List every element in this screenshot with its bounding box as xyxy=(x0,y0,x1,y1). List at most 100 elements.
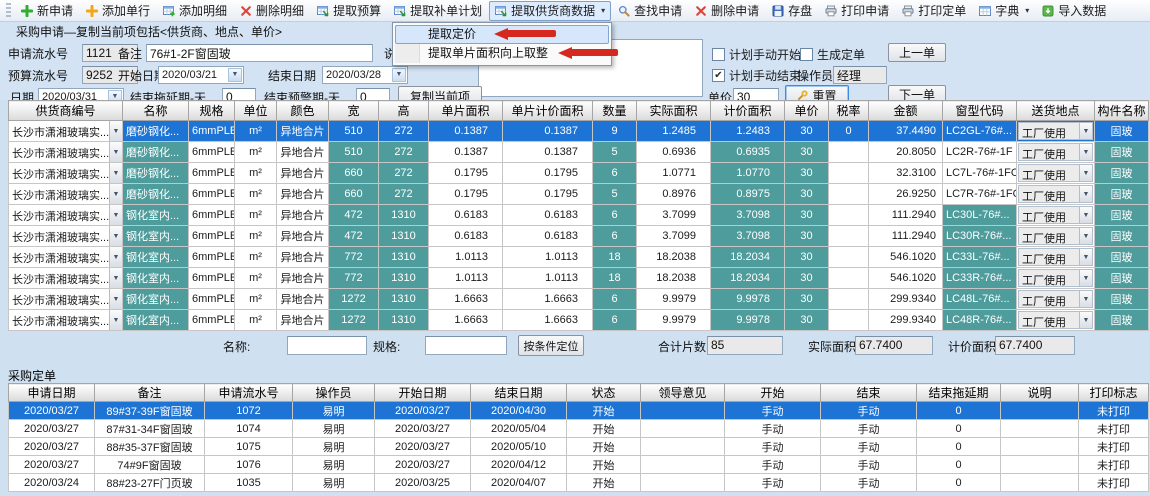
chevron-down-icon[interactable]: ▼ xyxy=(1079,165,1092,181)
cell[interactable]: 6mmPLE... xyxy=(189,205,235,226)
cell[interactable]: 手动 xyxy=(725,456,821,474)
cell[interactable]: 660 xyxy=(329,184,379,205)
chevron-down-icon[interactable]: ▼ xyxy=(109,247,122,267)
cell[interactable] xyxy=(829,268,869,289)
cell[interactable]: 1.0113 xyxy=(503,247,593,268)
cell[interactable]: 2020/03/27 xyxy=(375,420,471,438)
chevron-down-icon[interactable]: ▼ xyxy=(109,184,122,204)
cell[interactable]: 6 xyxy=(593,310,637,331)
cell[interactable]: 6mmPLE... xyxy=(189,226,235,247)
cell[interactable]: m² xyxy=(235,121,277,142)
cell[interactable] xyxy=(1001,402,1079,420)
cell[interactable] xyxy=(641,420,725,438)
cell[interactable]: 18 xyxy=(593,247,637,268)
cell[interactable] xyxy=(829,226,869,247)
chevron-down-icon[interactable]: ▼ xyxy=(1079,249,1092,265)
cell[interactable]: 272 xyxy=(379,121,429,142)
cell[interactable]: 6mmPLE... xyxy=(189,142,235,163)
cell[interactable]: 手动 xyxy=(821,456,917,474)
cell[interactable]: m² xyxy=(235,247,277,268)
cell[interactable]: 30 xyxy=(785,121,829,142)
chevron-down-icon[interactable]: ▼ xyxy=(1079,207,1092,223)
cell[interactable]: 固玻 xyxy=(1095,247,1149,268)
cell[interactable]: 88#35-37F窗固玻 xyxy=(95,438,205,456)
cell[interactable]: 1035 xyxy=(205,474,293,492)
cell[interactable]: 工厂使用▼ xyxy=(1017,247,1095,268)
cell[interactable]: 5 xyxy=(593,142,637,163)
cell[interactable] xyxy=(1001,456,1079,474)
cell[interactable]: 2020/03/27 xyxy=(375,438,471,456)
table-row[interactable]: 长沙市潇湘玻璃实...▼磨砂钢化...6mmPLE...m²异地合片660272… xyxy=(9,163,1149,184)
cell[interactable]: 长沙市潇湘玻璃实...▼ xyxy=(9,184,123,205)
cell[interactable]: 0.8976 xyxy=(637,184,711,205)
cell[interactable]: 工厂使用▼ xyxy=(1017,121,1095,142)
cell[interactable]: 固玻 xyxy=(1095,205,1149,226)
cell[interactable]: 1075 xyxy=(205,438,293,456)
table-row[interactable]: 2020/03/2488#23-27F门页玻1035易明2020/03/2520… xyxy=(9,474,1149,492)
cell[interactable]: 磨砂钢化... xyxy=(123,121,189,142)
cell[interactable]: 固玻 xyxy=(1095,268,1149,289)
cell[interactable]: 工厂使用▼ xyxy=(1017,289,1095,310)
cell[interactable]: 固玻 xyxy=(1095,121,1149,142)
cell[interactable]: m² xyxy=(235,163,277,184)
cell[interactable]: 钢化室内... xyxy=(123,205,189,226)
cell[interactable]: 开始 xyxy=(567,438,641,456)
cell[interactable]: 2020/03/24 xyxy=(9,474,95,492)
cell[interactable]: 手动 xyxy=(821,402,917,420)
cell[interactable]: 0 xyxy=(829,121,869,142)
cell[interactable]: 长沙市潇湘玻璃实...▼ xyxy=(9,205,123,226)
cell[interactable]: LC33L-76#... xyxy=(943,247,1017,268)
cell[interactable]: m² xyxy=(235,205,277,226)
table-row[interactable]: 2020/03/2787#31-34F窗固玻1074易明2020/03/2720… xyxy=(9,420,1149,438)
name-filter-input[interactable] xyxy=(287,336,367,355)
cell[interactable]: m² xyxy=(235,289,277,310)
cell[interactable]: 18.2034 xyxy=(711,247,785,268)
cell[interactable]: 0.1795 xyxy=(503,163,593,184)
table-row[interactable]: 2020/03/2788#35-37F窗固玻1075易明2020/03/2720… xyxy=(9,438,1149,456)
chevron-down-icon[interactable]: ▼ xyxy=(109,310,122,330)
cell[interactable]: 6mmPLE... xyxy=(189,268,235,289)
cell[interactable]: 1310 xyxy=(379,226,429,247)
spec-filter-input[interactable] xyxy=(425,336,507,355)
cell[interactable]: 1072 xyxy=(205,402,293,420)
cell[interactable]: 660 xyxy=(329,163,379,184)
cell[interactable]: LC7R-76#-1FO xyxy=(943,184,1017,205)
cell[interactable]: 1.6663 xyxy=(503,289,593,310)
chevron-down-icon[interactable]: ▼ xyxy=(1079,312,1092,328)
toolbar-button-add-detail[interactable]: 添加明细 xyxy=(157,1,233,21)
toolbar-button-dictionary[interactable]: 字典▾ xyxy=(973,1,1035,21)
cell[interactable]: 74#9F窗固玻 xyxy=(95,456,205,474)
toolbar-button-import-data[interactable]: 导入数据 xyxy=(1036,1,1112,21)
cell[interactable]: 30 xyxy=(785,142,829,163)
cell[interactable]: 3.7098 xyxy=(711,226,785,247)
cell[interactable]: 18.2034 xyxy=(711,268,785,289)
cell[interactable]: 546.1020 xyxy=(869,247,943,268)
table-row[interactable]: 长沙市潇湘玻璃实...▼磨砂钢化...6mmPLE...m²异地合片510272… xyxy=(9,121,1149,142)
cell[interactable]: 0 xyxy=(917,438,1001,456)
chevron-down-icon[interactable]: ▼ xyxy=(1079,186,1092,202)
chevron-down-icon[interactable]: ▼ xyxy=(1079,228,1092,244)
cell[interactable]: 磨砂钢化... xyxy=(123,163,189,184)
cell[interactable]: 异地合片 xyxy=(277,247,329,268)
cell[interactable]: 未打印 xyxy=(1079,438,1149,456)
cell[interactable]: 固玻 xyxy=(1095,184,1149,205)
cell[interactable]: 开始 xyxy=(567,474,641,492)
start-date-combo[interactable]: 2020/03/21▼ xyxy=(158,66,244,84)
chevron-down-icon[interactable]: ▼ xyxy=(109,289,122,309)
cell[interactable]: 工厂使用▼ xyxy=(1017,268,1095,289)
cell[interactable]: 开始 xyxy=(567,402,641,420)
cell[interactable]: 30 xyxy=(785,163,829,184)
cell[interactable]: 510 xyxy=(329,121,379,142)
cell[interactable]: LC7L-76#-1FO xyxy=(943,163,1017,184)
chevron-down-icon[interactable]: ▼ xyxy=(1079,144,1092,160)
cell[interactable]: 30 xyxy=(785,310,829,331)
cell[interactable]: 易明 xyxy=(293,456,375,474)
cell[interactable]: 18.2038 xyxy=(637,268,711,289)
cell[interactable]: 磨砂钢化... xyxy=(123,142,189,163)
toolbar-button-save[interactable]: 存盘 xyxy=(766,1,818,21)
cell[interactable]: m² xyxy=(235,184,277,205)
cell[interactable]: 长沙市潇湘玻璃实...▼ xyxy=(9,142,123,163)
cell[interactable]: 0.1795 xyxy=(503,184,593,205)
cell[interactable]: 手动 xyxy=(725,474,821,492)
cell[interactable]: 未打印 xyxy=(1079,402,1149,420)
